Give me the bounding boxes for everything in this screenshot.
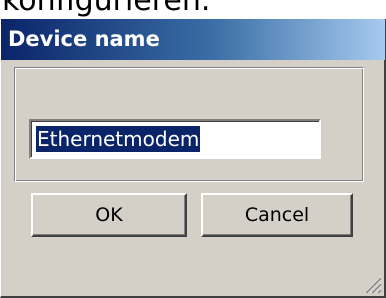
- cancel-button-label: Cancel: [244, 204, 310, 226]
- size-grip-icon[interactable]: [362, 274, 382, 294]
- background-caption-text: konfigurieren.: [2, 0, 211, 18]
- ok-button-label: OK: [95, 204, 123, 226]
- title-bar[interactable]: Device name: [1, 19, 385, 60]
- cancel-button[interactable]: Cancel: [201, 193, 353, 237]
- dialog-title: Device name: [8, 27, 160, 51]
- device-name-input-value: Ethernetmodem: [36, 126, 201, 152]
- screenshot-page: konfigurieren. Device name Ethernetmodem…: [0, 0, 386, 298]
- ok-button[interactable]: OK: [31, 193, 187, 237]
- device-name-dialog: Device name Ethernetmodem OK Cancel: [0, 19, 386, 298]
- device-name-input[interactable]: Ethernetmodem: [29, 119, 321, 159]
